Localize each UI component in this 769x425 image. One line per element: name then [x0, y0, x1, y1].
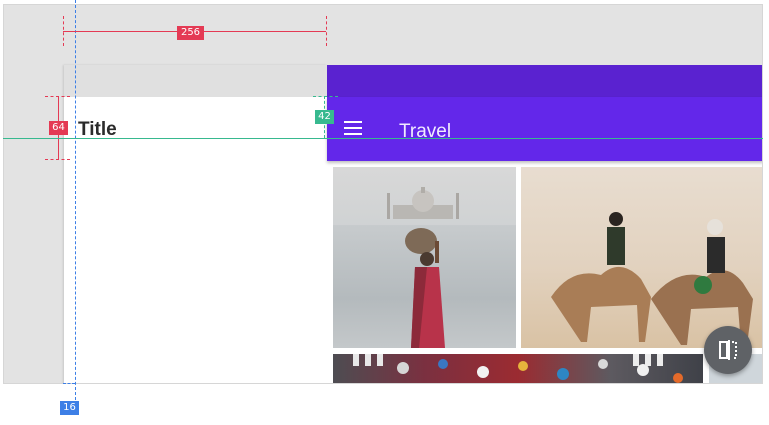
drawer-status-bar [64, 65, 327, 97]
status-bar [327, 65, 762, 97]
title-baseline-badge: 42 [315, 110, 334, 124]
camel-riders [551, 212, 753, 345]
title-baseline-top [313, 96, 338, 97]
camel-riders-photo[interactable] [521, 167, 762, 348]
umbrella-crowd [353, 354, 683, 383]
top-app-bar: Travel [327, 97, 762, 161]
app-bar-height-bottom [45, 159, 70, 160]
keyline-badge: 16 [60, 401, 79, 415]
taj-mahal-photo[interactable] [333, 167, 516, 348]
umbrella-crowd-photo[interactable] [333, 354, 703, 383]
woman-with-pot [405, 228, 445, 348]
navigation-drawer: Title [64, 65, 327, 383]
spec-canvas: Title Travel [3, 4, 763, 384]
app-bar-title: Travel [399, 121, 452, 142]
taj-mahal-building [387, 187, 459, 219]
drawer-width-badge: 256 [177, 26, 204, 40]
split-screen-icon [719, 340, 737, 360]
app-bar-height-badge: 64 [49, 121, 68, 135]
title-baseline-guide [3, 138, 763, 139]
hamburger-menu-icon[interactable] [344, 121, 364, 137]
app-screen: Travel [327, 65, 762, 383]
split-screen-fab[interactable] [704, 326, 752, 374]
keyline-bracket [63, 383, 75, 384]
keyline-guide-vertical [75, 0, 76, 400]
drawer-width-guide-right [326, 16, 327, 46]
